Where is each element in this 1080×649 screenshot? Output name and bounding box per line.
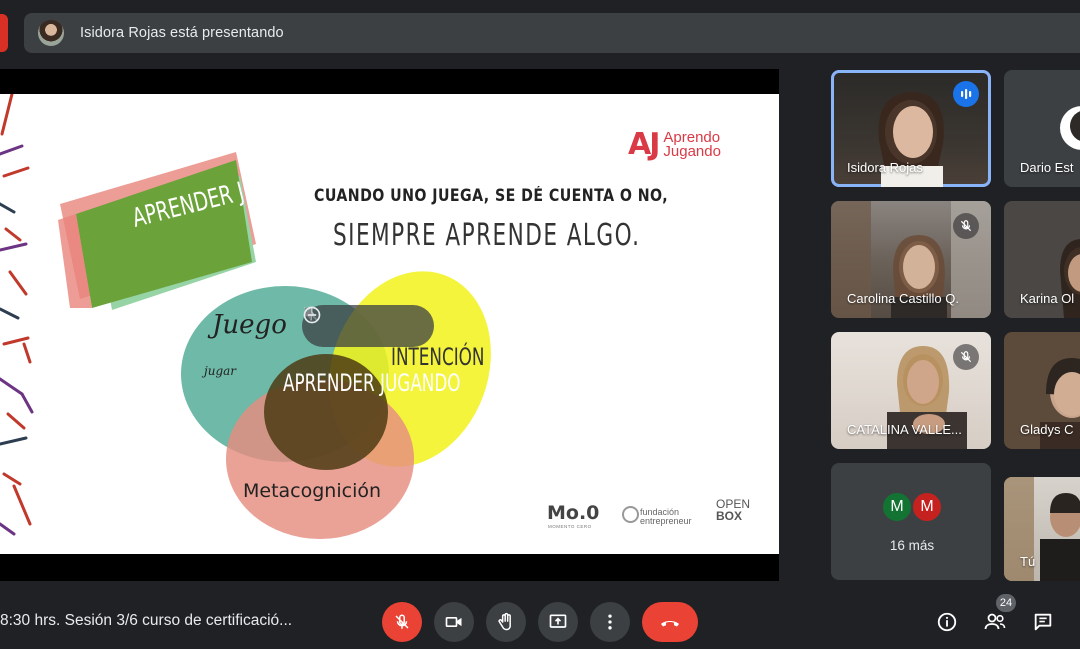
participant-tile[interactable]: Gladys C bbox=[1004, 332, 1080, 449]
participant-name: Karina Ol bbox=[1020, 291, 1075, 306]
presenter-avatar bbox=[38, 20, 64, 46]
meeting-details-button[interactable] bbox=[929, 604, 965, 640]
shared-slide: APRENDER JUGANDO CUANDO UNO JUEGA, SE DÉ… bbox=[0, 94, 779, 554]
sponsor-momento-cero-sub: MOMENTO CERO bbox=[548, 524, 592, 529]
sponsor-fundacion-icon bbox=[622, 506, 639, 523]
sponsor-fundacion: fundación entrepreneur bbox=[640, 508, 692, 526]
sponsor-box: BOX bbox=[716, 509, 743, 523]
participant-name: Carolina Castillo Q. bbox=[847, 291, 959, 306]
camera-icon bbox=[445, 617, 462, 627]
presentation-hover-controls bbox=[302, 305, 434, 347]
meet-window: Isidora Rojas está presentando APRENDER … bbox=[0, 0, 1080, 649]
present-screen-button[interactable] bbox=[538, 602, 578, 642]
more-participants-label: 16 más bbox=[889, 538, 935, 553]
more-vert-icon bbox=[608, 614, 612, 630]
info-icon bbox=[937, 612, 957, 632]
presentation-banner-text: Isidora Rojas está presentando bbox=[80, 25, 284, 41]
leave-call-button[interactable] bbox=[642, 602, 698, 642]
muted-icon bbox=[953, 213, 979, 239]
meeting-title: 8:30 hrs. Sesión 3/6 curso de certificac… bbox=[0, 612, 293, 629]
slide-quote-line1: CUANDO UNO JUEGA, SE DÉ CUENTA O NO, bbox=[314, 186, 669, 205]
chat-button[interactable] bbox=[1025, 604, 1061, 640]
speaking-indicator-icon bbox=[953, 81, 979, 107]
participant-name: Isidora Rojas bbox=[847, 160, 923, 175]
participant-tile[interactable]: Dario Est bbox=[1004, 70, 1080, 187]
venn-label-jugar: jugar bbox=[204, 364, 237, 378]
participant-avatar: M bbox=[911, 491, 943, 523]
self-tile[interactable]: Tú bbox=[1004, 477, 1080, 581]
participant-name: Tú bbox=[1020, 554, 1036, 569]
sponsor-openbox: OPEN BOX bbox=[716, 498, 750, 522]
mute-presentation-audio-icon[interactable] bbox=[304, 307, 383, 341]
more-participants-avatars: M M bbox=[881, 491, 943, 523]
stop-presenting-indicator[interactable] bbox=[0, 14, 8, 52]
participant-count-badge: 24 bbox=[996, 594, 1016, 612]
more-options-button[interactable] bbox=[590, 602, 630, 642]
mic-off-icon bbox=[395, 614, 409, 629]
logo-line2: Jugando bbox=[663, 142, 721, 160]
logo-mark: AJ bbox=[628, 127, 660, 162]
sponsor-fundacion-line2: entrepreneur bbox=[640, 516, 692, 526]
chat-icon bbox=[1034, 613, 1052, 631]
camera-toggle-button[interactable] bbox=[434, 602, 474, 642]
people-icon bbox=[984, 613, 1006, 630]
phone-hangup-icon bbox=[661, 621, 679, 627]
venn-label-juego: Juego bbox=[212, 310, 287, 340]
participant-tile[interactable]: Carolina Castillo Q. bbox=[831, 201, 991, 318]
present-icon bbox=[549, 614, 567, 628]
participant-avatar: M bbox=[881, 491, 913, 523]
venn-label-intencion: INTENCIÓN bbox=[391, 343, 485, 371]
presentation-banner[interactable]: Isidora Rojas está presentando bbox=[24, 13, 1080, 53]
more-participants-tile[interactable]: M M 16 más bbox=[831, 463, 991, 580]
slide-quote-line2: SIEMPRE APRENDE ALGO. bbox=[333, 218, 641, 253]
participant-tile[interactable]: Karina Ol bbox=[1004, 201, 1080, 318]
participant-name: CATALINA VALLE... bbox=[847, 422, 962, 437]
aprendo-jugando-logo: AJ Aprendo Jugando bbox=[628, 127, 721, 162]
raise-hand-button[interactable] bbox=[486, 602, 526, 642]
participant-tile[interactable]: Isidora Rojas bbox=[831, 70, 991, 187]
participant-name: Dario Est bbox=[1020, 160, 1074, 175]
venn-label-metacognicion: Metacognición bbox=[243, 480, 382, 502]
muted-icon bbox=[953, 344, 979, 370]
remove-tile-icon[interactable] bbox=[303, 306, 423, 341]
microphone-toggle-button[interactable] bbox=[382, 602, 422, 642]
participant-name: Gladys C bbox=[1020, 422, 1074, 437]
participant-tile[interactable]: CATALINA VALLE... bbox=[831, 332, 991, 449]
venn-label-center: APRENDER JUGANDO bbox=[283, 369, 461, 397]
presentation-stage: APRENDER JUGANDO CUANDO UNO JUEGA, SE DÉ… bbox=[0, 69, 779, 581]
sponsor-momento-cero: Mo.0 bbox=[547, 502, 600, 524]
hand-icon bbox=[498, 612, 511, 631]
